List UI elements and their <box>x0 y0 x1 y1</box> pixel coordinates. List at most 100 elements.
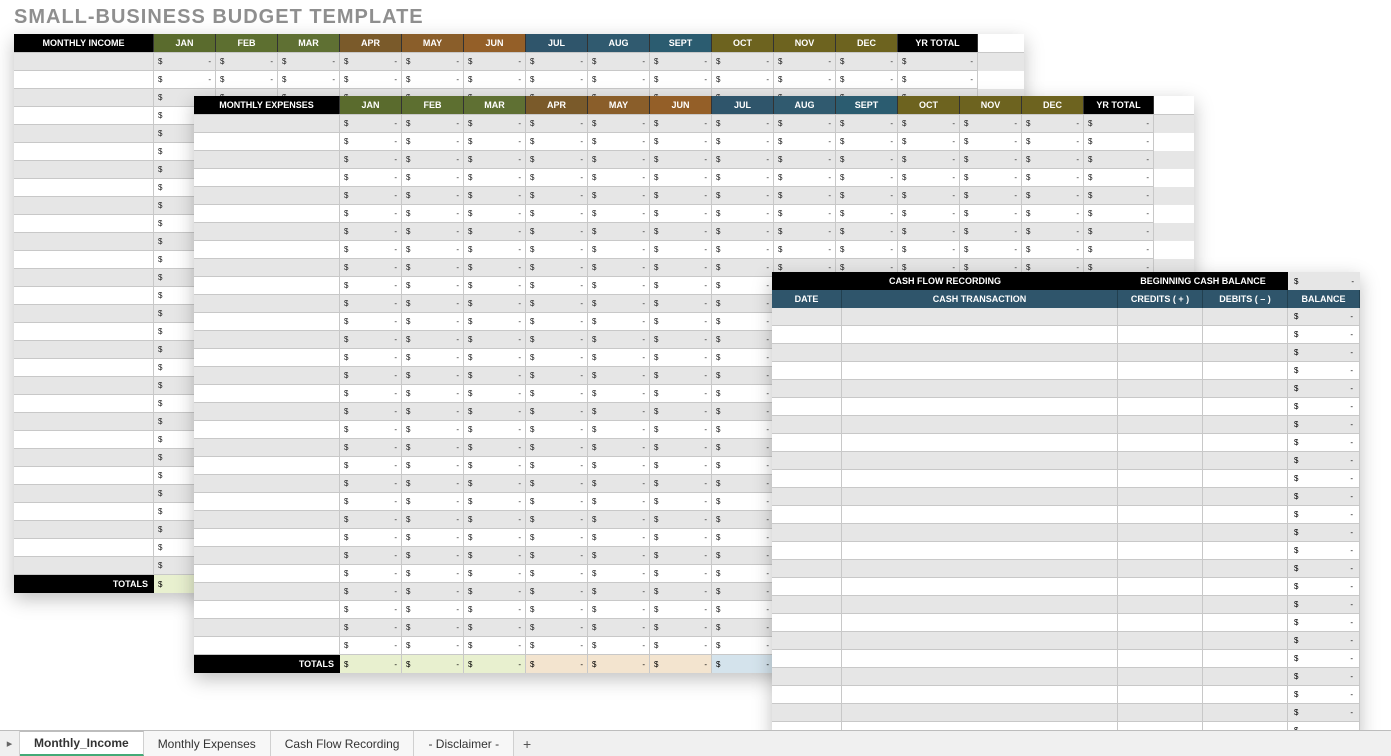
debits-cell[interactable] <box>1203 326 1288 344</box>
value-cell[interactable]: $- <box>526 349 588 367</box>
value-cell[interactable]: $- <box>464 493 526 511</box>
value-cell[interactable]: $- <box>898 187 960 205</box>
row-label-cell[interactable] <box>14 395 154 413</box>
value-cell[interactable]: $- <box>340 115 402 133</box>
value-cell[interactable]: $- <box>650 259 712 277</box>
value-cell[interactable]: $- <box>1022 169 1084 187</box>
value-cell[interactable]: $- <box>650 493 712 511</box>
value-cell[interactable]: $- <box>402 223 464 241</box>
value-cell[interactable]: $- <box>774 169 836 187</box>
tab-disclaimer[interactable]: - Disclaimer - <box>414 731 514 756</box>
value-cell[interactable]: $- <box>960 205 1022 223</box>
value-cell[interactable]: $- <box>464 601 526 619</box>
value-cell[interactable]: $- <box>402 421 464 439</box>
value-cell[interactable]: $- <box>340 493 402 511</box>
value-cell[interactable]: $- <box>464 295 526 313</box>
value-cell[interactable]: $- <box>712 205 774 223</box>
value-cell[interactable]: $- <box>526 475 588 493</box>
value-cell[interactable]: $- <box>402 529 464 547</box>
row-label-cell[interactable] <box>14 197 154 215</box>
value-cell[interactable]: $- <box>588 439 650 457</box>
row-label-cell[interactable] <box>194 601 340 619</box>
value-cell[interactable]: $- <box>588 403 650 421</box>
value-cell[interactable]: $- <box>526 493 588 511</box>
value-cell[interactable]: $- <box>340 601 402 619</box>
value-cell[interactable]: $- <box>526 403 588 421</box>
value-cell[interactable]: $- <box>340 169 402 187</box>
value-cell[interactable]: $- <box>774 187 836 205</box>
value-cell[interactable]: $- <box>464 385 526 403</box>
value-cell[interactable]: $- <box>588 133 650 151</box>
value-cell[interactable]: $- <box>464 547 526 565</box>
trans-cell[interactable] <box>842 686 1118 704</box>
value-cell[interactable]: $- <box>650 637 712 655</box>
row-label-cell[interactable] <box>194 331 340 349</box>
value-cell[interactable]: $- <box>340 439 402 457</box>
value-cell[interactable]: $- <box>712 439 774 457</box>
value-cell[interactable]: $- <box>464 421 526 439</box>
value-cell[interactable]: $- <box>402 403 464 421</box>
value-cell[interactable]: $- <box>340 421 402 439</box>
value-cell[interactable]: $- <box>526 619 588 637</box>
value-cell[interactable]: $- <box>650 583 712 601</box>
value-cell[interactable]: $- <box>588 169 650 187</box>
value-cell[interactable]: $- <box>650 133 712 151</box>
value-cell[interactable]: $- <box>1022 133 1084 151</box>
value-cell[interactable]: $- <box>650 403 712 421</box>
add-sheet-button[interactable]: + <box>514 731 540 756</box>
value-cell[interactable]: $- <box>340 583 402 601</box>
value-cell[interactable]: $- <box>464 475 526 493</box>
value-cell[interactable]: $- <box>898 223 960 241</box>
value-cell[interactable]: $- <box>774 115 836 133</box>
value-cell[interactable]: $- <box>340 71 402 89</box>
value-cell[interactable]: $- <box>960 115 1022 133</box>
value-cell[interactable]: $- <box>712 295 774 313</box>
date-cell[interactable] <box>772 668 842 686</box>
credits-cell[interactable] <box>1118 632 1203 650</box>
row-label-cell[interactable] <box>14 449 154 467</box>
value-cell[interactable]: $- <box>588 367 650 385</box>
date-cell[interactable] <box>772 614 842 632</box>
value-cell[interactable]: $- <box>712 529 774 547</box>
value-cell[interactable]: $- <box>960 169 1022 187</box>
value-cell[interactable]: $- <box>154 53 216 71</box>
row-label-cell[interactable] <box>194 295 340 313</box>
value-cell[interactable]: $- <box>650 475 712 493</box>
value-cell[interactable]: $- <box>774 241 836 259</box>
credits-cell[interactable] <box>1118 506 1203 524</box>
value-cell[interactable]: $- <box>216 53 278 71</box>
value-cell[interactable]: $- <box>588 241 650 259</box>
trans-cell[interactable] <box>842 326 1118 344</box>
value-cell[interactable]: $- <box>464 403 526 421</box>
row-label-cell[interactable] <box>14 287 154 305</box>
credits-cell[interactable] <box>1118 578 1203 596</box>
value-cell[interactable]: $- <box>650 619 712 637</box>
row-label-cell[interactable] <box>14 107 154 125</box>
row-label-cell[interactable] <box>194 241 340 259</box>
value-cell[interactable]: $- <box>898 169 960 187</box>
trans-cell[interactable] <box>842 596 1118 614</box>
row-label-cell[interactable] <box>194 475 340 493</box>
value-cell[interactable]: $- <box>712 421 774 439</box>
debits-cell[interactable] <box>1203 452 1288 470</box>
tab-monthly-expenses[interactable]: Monthly Expenses <box>144 731 271 756</box>
value-cell[interactable]: $- <box>836 169 898 187</box>
value-cell[interactable]: $- <box>836 133 898 151</box>
value-cell[interactable]: $- <box>526 151 588 169</box>
row-label-cell[interactable] <box>14 413 154 431</box>
value-cell[interactable]: $- <box>526 115 588 133</box>
value-cell[interactable]: $- <box>340 277 402 295</box>
tab-cash-flow[interactable]: Cash Flow Recording <box>271 731 415 756</box>
value-cell[interactable]: $- <box>402 151 464 169</box>
debits-cell[interactable] <box>1203 632 1288 650</box>
value-cell[interactable]: $- <box>712 277 774 295</box>
value-cell[interactable]: $- <box>712 53 774 71</box>
value-cell[interactable]: $- <box>650 367 712 385</box>
row-label-cell[interactable] <box>14 269 154 287</box>
value-cell[interactable]: $- <box>464 529 526 547</box>
value-cell[interactable]: $- <box>1022 115 1084 133</box>
debits-cell[interactable] <box>1203 434 1288 452</box>
date-cell[interactable] <box>772 506 842 524</box>
date-cell[interactable] <box>772 344 842 362</box>
value-cell[interactable]: $- <box>464 259 526 277</box>
